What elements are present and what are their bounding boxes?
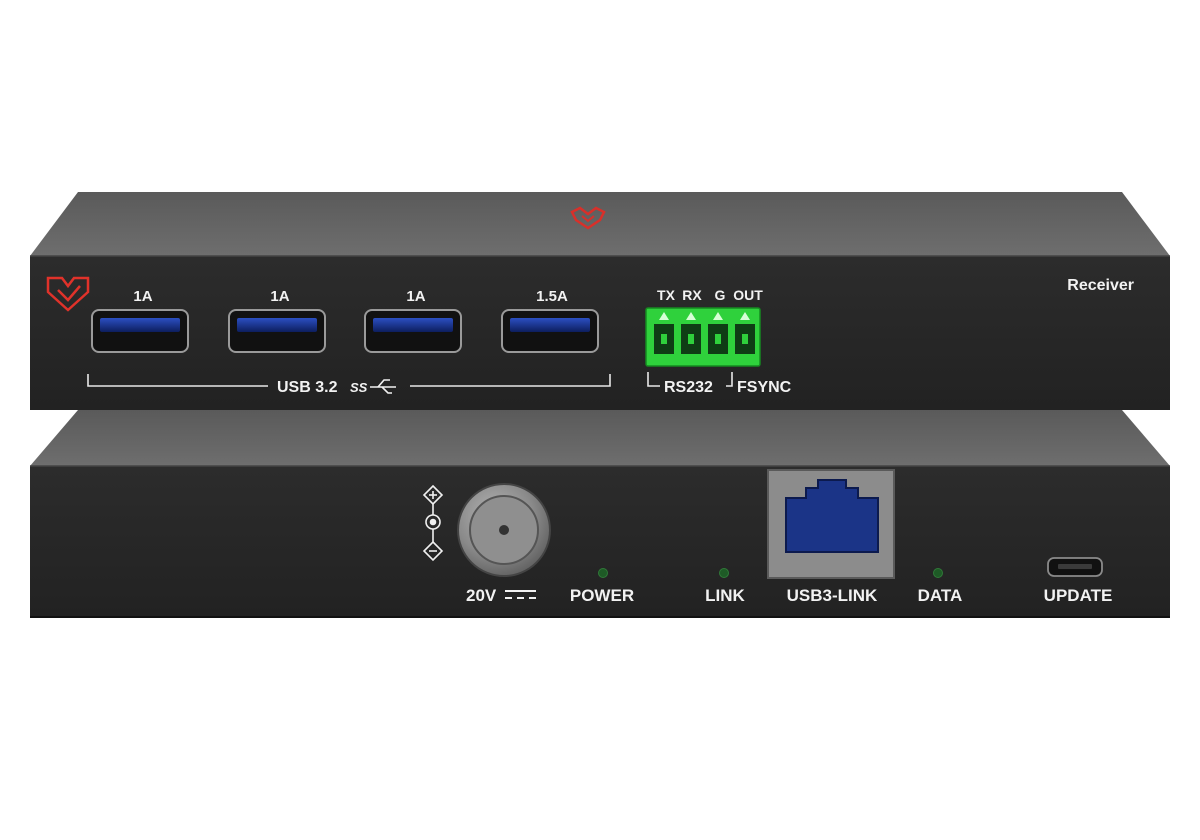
usb-port-1[interactable] (91, 309, 189, 353)
update-label: UPDATE (1044, 586, 1113, 605)
front-unit: 1A 1A 1A 1.5A USB 3.2 SS TX RX G OUT RS2… (30, 192, 1170, 410)
usb-port-1-current-label: 1A (133, 288, 152, 305)
power-led (598, 568, 608, 578)
device-label: Receiver (1067, 277, 1134, 294)
usb-group-label: USB 3.2 (277, 379, 338, 396)
terminal-pin-rx-label: RX (682, 287, 702, 303)
terminal-pin-tx-label: TX (657, 287, 676, 303)
update-port-tongue (1058, 564, 1092, 569)
usb-port-3-tongue (373, 318, 453, 332)
terminal-pin-out-label: OUT (733, 287, 763, 303)
rear-unit: 20V POWER LINK USB3-LINK DATA UPDATE (30, 410, 1170, 618)
dc-power-jack-center (499, 525, 509, 535)
power-led-label: POWER (570, 586, 634, 605)
fsync-label: FSYNC (737, 379, 792, 396)
usb-port-4[interactable] (501, 309, 599, 353)
terminal-pin-g-label: G (715, 287, 726, 303)
usb3-link-label: USB3-LINK (787, 586, 878, 605)
power-input-label: 20V (466, 586, 497, 605)
usb-port-2[interactable] (228, 309, 326, 353)
rs232-label: RS232 (664, 379, 713, 396)
usb-port-2-current-label: 1A (270, 288, 289, 305)
usb3-link-rj45-port[interactable] (767, 469, 895, 579)
rear-unit-top-surface (30, 410, 1170, 466)
usb-port-4-tongue (510, 318, 590, 332)
front-panel-face (30, 256, 1170, 410)
data-led (933, 568, 943, 578)
usb-port-1-tongue (100, 318, 180, 332)
usb-port-2-tongue (237, 318, 317, 332)
usb-superspeed-logo-text: SS (350, 380, 368, 395)
usb-port-3[interactable] (364, 309, 462, 353)
front-unit-top-surface (30, 192, 1170, 256)
update-micro-usb-port[interactable] (1047, 557, 1103, 577)
device-illustration: 1A 1A 1A 1.5A USB 3.2 SS TX RX G OUT RS2… (30, 192, 1170, 618)
usb-port-3-current-label: 1A (406, 288, 425, 305)
link-led (719, 568, 729, 578)
terminal-block-connector[interactable] (645, 307, 761, 367)
data-led-label: DATA (918, 586, 963, 605)
dc-power-jack[interactable] (457, 483, 551, 577)
link-led-label: LINK (705, 586, 745, 605)
usb-port-4-current-label: 1.5A (536, 288, 568, 305)
